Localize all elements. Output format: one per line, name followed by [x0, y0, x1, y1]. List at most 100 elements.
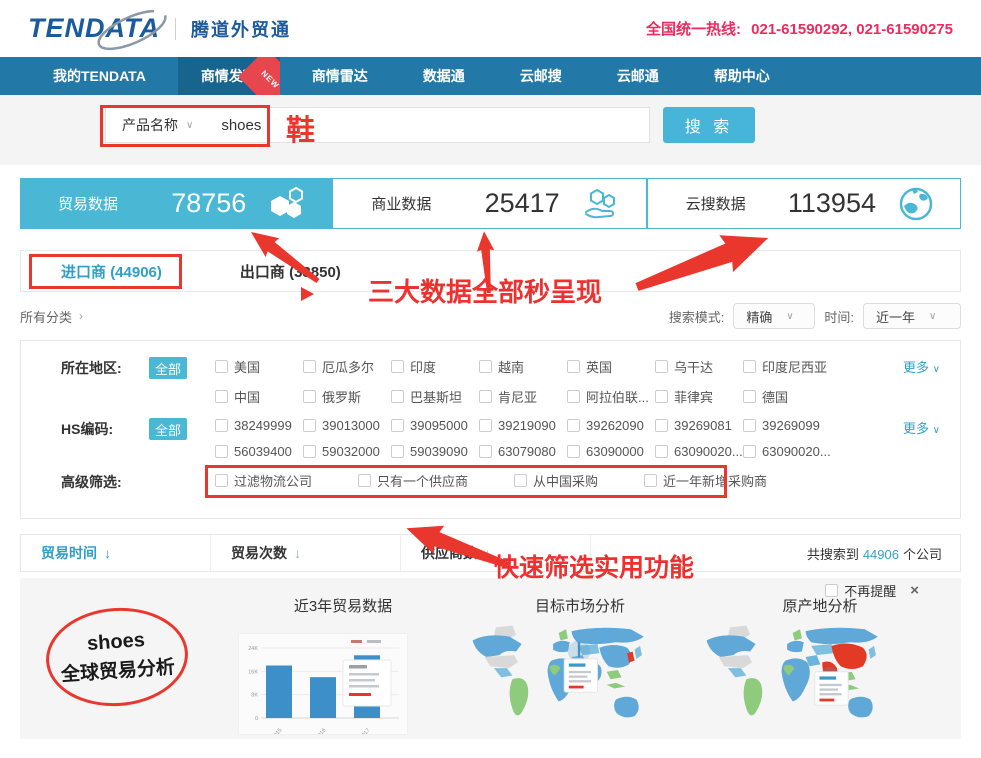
- region-checkbox[interactable]: 阿拉伯联...: [567, 387, 655, 406]
- hs-more-link[interactable]: 更多 ∨: [884, 418, 940, 459]
- checkbox-icon[interactable]: [644, 474, 657, 487]
- bar-chart-tooltip: [343, 660, 391, 706]
- checkbox-icon[interactable]: [215, 419, 228, 432]
- checkbox-icon[interactable]: [479, 419, 492, 432]
- search-button[interactable]: 搜 索: [663, 107, 755, 143]
- region-checkbox[interactable]: 肯尼亚: [479, 387, 567, 406]
- sort-trade-time[interactable]: 贸易时间 ↓: [21, 535, 211, 571]
- time-select[interactable]: 近一年 ∨: [863, 303, 961, 329]
- checkbox-icon[interactable]: [479, 390, 492, 403]
- hs-checkbox[interactable]: 63090000: [567, 444, 655, 459]
- checkbox-icon[interactable]: [215, 360, 228, 373]
- hs-checkbox[interactable]: 63079080: [479, 444, 567, 459]
- honeycomb-icon: [268, 186, 306, 222]
- checkbox-icon[interactable]: [655, 360, 668, 373]
- hs-checkbox[interactable]: 59039090: [391, 444, 479, 459]
- trade-bar-chart: 08K16K24K 201520162017: [238, 633, 408, 735]
- checkbox-icon[interactable]: [567, 445, 580, 458]
- region-checkbox[interactable]: 乌干达: [655, 357, 743, 376]
- region-checkbox[interactable]: 英国: [567, 357, 655, 376]
- region-checkbox[interactable]: 菲律宾: [655, 387, 743, 406]
- checkbox-icon[interactable]: [391, 360, 404, 373]
- checkbox-icon[interactable]: [514, 474, 527, 487]
- hs-checkbox[interactable]: 59032000: [303, 444, 391, 459]
- advanced-checkbox[interactable]: 只有一个供应商: [358, 471, 468, 490]
- checkbox-icon[interactable]: [655, 419, 668, 432]
- checkbox-icon[interactable]: [743, 445, 756, 458]
- region-checkbox[interactable]: 印度: [391, 357, 479, 376]
- hs-checkbox[interactable]: 63090020...: [743, 444, 831, 459]
- checkbox-icon[interactable]: [303, 445, 316, 458]
- search-mode-select[interactable]: 精确 ∨: [733, 303, 815, 329]
- checkbox-icon[interactable]: [358, 474, 371, 487]
- tab-importers[interactable]: 进口商 (44906): [61, 261, 162, 282]
- checkbox-icon[interactable]: [743, 360, 756, 373]
- checkbox-icon[interactable]: [391, 445, 404, 458]
- region-more-link[interactable]: 更多 ∨: [884, 357, 940, 406]
- checkbox-icon[interactable]: [303, 360, 316, 373]
- globe-icon: [898, 186, 934, 222]
- checkbox-icon[interactable]: [655, 390, 668, 403]
- checkbox-icon[interactable]: [215, 474, 228, 487]
- tendata-logo[interactable]: TENDATA: [28, 13, 160, 44]
- sort-trade-count[interactable]: 贸易次数 ↓: [211, 535, 401, 571]
- checkbox-icon[interactable]: [479, 360, 492, 373]
- checkbox-icon[interactable]: [743, 390, 756, 403]
- nav-tab-data-pass[interactable]: 数据通: [400, 57, 488, 95]
- nav-tab-help-center[interactable]: 帮助中心: [691, 57, 793, 95]
- search-input[interactable]: shoes: [221, 117, 261, 134]
- checkbox-icon[interactable]: [743, 419, 756, 432]
- checkbox-icon[interactable]: [567, 360, 580, 373]
- region-checkbox[interactable]: 美国: [215, 357, 303, 376]
- breadcrumb-all-categories[interactable]: 所有分类 ›: [20, 307, 83, 326]
- hs-all-button[interactable]: 全部: [149, 418, 187, 440]
- tab-exporters[interactable]: 出口商 (33850): [240, 261, 341, 282]
- close-icon[interactable]: ×: [910, 582, 919, 599]
- region-checkbox[interactable]: 俄罗斯: [303, 387, 391, 406]
- region-checkbox[interactable]: 中国: [215, 387, 303, 406]
- checkbox-icon[interactable]: [479, 445, 492, 458]
- nav-tab-business-discovery[interactable]: 商情发现 NEW: [178, 57, 280, 95]
- checkbox-icon[interactable]: [567, 390, 580, 403]
- region-checkbox[interactable]: 印度尼西亚: [743, 357, 831, 376]
- checkbox-icon[interactable]: [303, 419, 316, 432]
- region-checkbox[interactable]: 越南: [479, 357, 567, 376]
- hotline-label: 全国统一热线:: [646, 21, 741, 38]
- checkbox-icon[interactable]: [567, 419, 580, 432]
- nav-tab-cloud-mail-search[interactable]: 云邮搜: [497, 57, 585, 95]
- region-checkbox[interactable]: 巴基斯坦: [391, 387, 479, 406]
- advanced-checkbox[interactable]: 从中国采购: [514, 471, 598, 490]
- origin-map: [702, 618, 887, 738]
- charts-preview-panel: 不再提醒 × shoes 全球贸易分析 近3年贸易数据 目标市场分析 原产地分析…: [20, 578, 961, 739]
- sort-supplier-count[interactable]: 供应商数 ↓: [401, 535, 591, 571]
- nav-tab-business-radar[interactable]: 商情雷达: [289, 57, 391, 95]
- checkbox-icon[interactable]: [391, 419, 404, 432]
- hs-checkbox[interactable]: 39262090: [567, 418, 655, 433]
- hs-checkbox[interactable]: 39219090: [479, 418, 567, 433]
- stat-card-trade-data[interactable]: 贸易数据 78756: [20, 178, 332, 229]
- checkbox-icon[interactable]: [655, 445, 668, 458]
- region-checkbox[interactable]: 厄瓜多尔: [303, 357, 391, 376]
- region-checkbox[interactable]: 德国: [743, 387, 831, 406]
- checkbox-icon[interactable]: [303, 390, 316, 403]
- stat-card-business-data[interactable]: 商业数据 25417: [332, 178, 646, 229]
- stat-card-cloud-search-data[interactable]: 云搜数据 113954: [647, 178, 961, 229]
- advanced-checkbox[interactable]: 近一年新增采购商: [644, 471, 767, 490]
- search-category-select[interactable]: 产品名称 ∨: [106, 115, 207, 135]
- checkbox-icon[interactable]: [391, 390, 404, 403]
- hs-checkbox[interactable]: 39013000: [303, 418, 391, 433]
- nav-tab-cloud-mail[interactable]: 云邮通: [594, 57, 682, 95]
- svg-text:2017: 2017: [359, 727, 371, 734]
- checkbox-icon[interactable]: [215, 445, 228, 458]
- hs-checkbox[interactable]: 56039400: [215, 444, 303, 459]
- region-all-button[interactable]: 全部: [149, 357, 187, 379]
- hs-checkbox[interactable]: 63090020...: [655, 444, 743, 459]
- checkbox-icon[interactable]: [215, 390, 228, 403]
- nav-tab-my-tendata[interactable]: 我的TENDATA: [30, 57, 169, 95]
- hs-checkbox[interactable]: 38249999: [215, 418, 303, 433]
- hs-checkbox[interactable]: 39269099: [743, 418, 831, 433]
- hs-checkbox[interactable]: 39095000: [391, 418, 479, 433]
- advanced-checkbox[interactable]: 过滤物流公司: [215, 471, 312, 490]
- hs-checkbox[interactable]: 39269081: [655, 418, 743, 433]
- sort-bar: 贸易时间 ↓ 贸易次数 ↓ 供应商数 ↓ 共搜索到44906个公司: [20, 534, 961, 572]
